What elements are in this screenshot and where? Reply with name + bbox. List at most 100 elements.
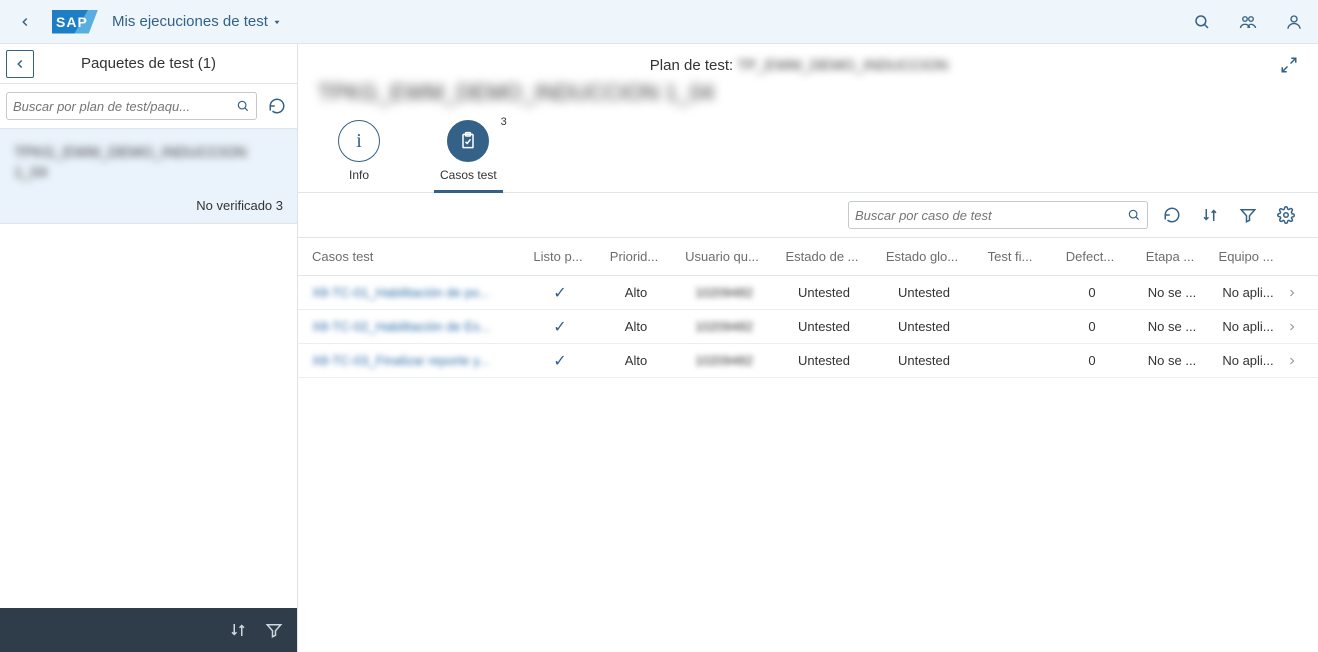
table-refresh-button[interactable] — [1158, 201, 1186, 229]
shell-left: SAP Mis ejecuciones de test — [12, 9, 282, 35]
tab-casos-label: Casos test — [440, 168, 497, 182]
col-casos[interactable]: Casos test — [312, 249, 522, 264]
chevron-left-icon — [13, 57, 27, 71]
col-testfi[interactable]: Test fi... — [974, 249, 1050, 264]
row-nav-button[interactable] — [1286, 287, 1312, 299]
tab-casos-test[interactable]: 3 Casos test — [440, 120, 497, 192]
master-refresh-button[interactable] — [263, 92, 291, 120]
clipboard-icon — [447, 120, 489, 162]
row-nav-button[interactable] — [1286, 355, 1312, 367]
tab-info[interactable]: i Info — [338, 120, 380, 192]
cell-etapa: No se ... — [1134, 319, 1210, 334]
row-nav-button[interactable] — [1286, 321, 1312, 333]
shell-back-button[interactable] — [12, 9, 38, 35]
col-defectos[interactable]: Defect... — [1050, 249, 1134, 264]
table-sort-button[interactable] — [1196, 201, 1224, 229]
master-header: Paquetes de test (1) — [0, 44, 297, 84]
shell-copilot-button[interactable] — [1236, 10, 1260, 34]
master-nav-back-button[interactable] — [6, 50, 34, 78]
master-filter-button[interactable] — [265, 621, 283, 639]
detail-header: Plan de test: TP_EWM_DEMO_INDUCCION TPKG… — [298, 44, 1318, 193]
cell-user: 10209482 — [674, 285, 774, 300]
ready-check-icon: ✓ — [522, 283, 598, 303]
chevron-right-icon — [1286, 321, 1298, 333]
table-search-input[interactable] — [855, 208, 1127, 223]
master-search-field[interactable] — [6, 92, 257, 120]
cell-state: Untested — [774, 353, 874, 368]
table-settings-button[interactable] — [1272, 201, 1300, 229]
cell-global: Untested — [874, 319, 974, 334]
shell-right — [1190, 10, 1306, 34]
list-item-status: No verificado 3 — [14, 198, 283, 213]
detail-title: TPKG_EWM_DEMO_INDUCCION 1_04 — [318, 80, 1298, 106]
fullscreen-button[interactable] — [1280, 56, 1298, 74]
master-list-item[interactable]: TPKG_EWM_DEMO_INDUCCION 1_04 No verifica… — [0, 129, 297, 224]
shell-bar: SAP Mis ejecuciones de test — [0, 0, 1318, 44]
gear-icon — [1277, 206, 1295, 224]
filter-icon — [265, 621, 283, 639]
refresh-icon — [1163, 206, 1181, 224]
table-row[interactable]: X8-TC-02_Habilitación de Es...✓Alto10209… — [298, 310, 1318, 344]
chevron-right-icon — [1286, 287, 1298, 299]
master-search-input[interactable] — [13, 99, 236, 114]
col-etapa[interactable]: Etapa ... — [1134, 249, 1210, 264]
case-link[interactable]: X8-TC-02_Habilitación de Es... — [312, 319, 522, 334]
col-estadoglo[interactable]: Estado glo... — [874, 249, 974, 264]
chevron-left-icon — [18, 15, 32, 29]
filter-icon — [1239, 206, 1257, 224]
app-title-text: Mis ejecuciones de test — [112, 13, 268, 30]
refresh-icon — [268, 97, 286, 115]
sort-icon — [229, 621, 247, 639]
cell-state: Untested — [774, 319, 874, 334]
table-header: Casos test Listo p... Priorid... Usuario… — [298, 238, 1318, 276]
tab-info-label: Info — [349, 168, 369, 182]
cell-etapa: No se ... — [1134, 285, 1210, 300]
tab-casos-badge: 3 — [501, 116, 507, 128]
people-icon — [1238, 13, 1258, 31]
cases-table: Casos test Listo p... Priorid... Usuario… — [298, 238, 1318, 378]
app-title[interactable]: Mis ejecuciones de test — [112, 13, 282, 30]
col-equipo[interactable]: Equipo ... — [1210, 249, 1286, 264]
table-search-field[interactable] — [848, 201, 1148, 229]
cell-defects: 0 — [1050, 285, 1134, 300]
cell-user: 10209482 — [674, 319, 774, 334]
table-row[interactable]: X8-TC-01_Habilitación de po...✓Alto10209… — [298, 276, 1318, 310]
cell-defects: 0 — [1050, 319, 1134, 334]
cell-priority: Alto — [598, 319, 674, 334]
shell-user-button[interactable] — [1282, 10, 1306, 34]
case-link[interactable]: X8-TC-01_Habilitación de po... — [312, 285, 522, 300]
table-body: X8-TC-01_Habilitación de po...✓Alto10209… — [298, 276, 1318, 378]
cell-global: Untested — [874, 353, 974, 368]
ready-check-icon: ✓ — [522, 317, 598, 337]
ready-check-icon: ✓ — [522, 351, 598, 371]
search-icon — [1193, 13, 1211, 31]
plan-value: TP_EWM_DEMO_INDUCCION — [737, 57, 948, 74]
col-prioridad[interactable]: Priorid... — [598, 249, 674, 264]
list-item-title: TPKG_EWM_DEMO_INDUCCION 1_04 — [14, 143, 283, 182]
cell-state: Untested — [774, 285, 874, 300]
detail-panel: Plan de test: TP_EWM_DEMO_INDUCCION TPKG… — [298, 44, 1318, 652]
cell-defects: 0 — [1050, 353, 1134, 368]
search-icon — [236, 99, 250, 113]
col-listo[interactable]: Listo p... — [522, 249, 598, 264]
chevron-right-icon — [1286, 355, 1298, 367]
master-sort-button[interactable] — [229, 621, 247, 639]
col-estado[interactable]: Estado de ... — [774, 249, 874, 264]
table-filter-button[interactable] — [1234, 201, 1262, 229]
case-link[interactable]: X8-TC-03_Finalizar reporte y... — [312, 353, 522, 368]
user-icon — [1285, 13, 1303, 31]
cell-priority: Alto — [598, 353, 674, 368]
sort-icon — [1201, 206, 1219, 224]
caret-down-icon — [272, 17, 282, 27]
table-row[interactable]: X8-TC-03_Finalizar reporte y...✓Alto1020… — [298, 344, 1318, 378]
sap-logo: SAP — [52, 10, 98, 34]
cell-user: 10209482 — [674, 353, 774, 368]
col-usuario[interactable]: Usuario qu... — [674, 249, 774, 264]
master-title: Paquetes de test (1) — [34, 55, 263, 72]
master-search-row — [0, 84, 297, 129]
master-footer — [0, 608, 297, 652]
shell-search-button[interactable] — [1190, 10, 1214, 34]
plan-label: Plan de test: TP_EWM_DEMO_INDUCCION — [318, 57, 1280, 74]
tabbar: i Info 3 Casos test — [318, 106, 1298, 192]
cell-equipo: No apli... — [1210, 353, 1286, 368]
